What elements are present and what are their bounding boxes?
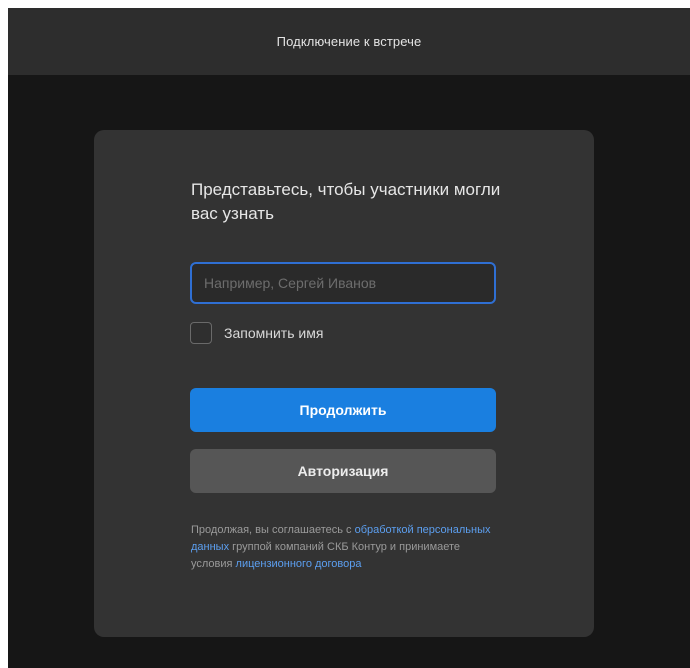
authorization-button[interactable]: Авторизация — [190, 449, 496, 493]
remember-name-label: Запомнить имя — [224, 325, 324, 341]
legal-notice: Продолжая, вы соглашаетесь с обработкой … — [191, 522, 501, 573]
app-window: Подключение к встрече Представьтесь, что… — [8, 8, 690, 668]
remember-name-checkbox[interactable]: Запомнить имя — [190, 320, 323, 346]
name-input[interactable] — [190, 262, 496, 304]
checkbox-box[interactable] — [190, 322, 212, 344]
license-agreement-link[interactable]: лицензионного договора — [236, 558, 362, 570]
legal-text-1: Продолжая, вы соглашаетесь с — [191, 524, 355, 536]
continue-button[interactable]: Продолжить — [190, 388, 496, 432]
window-title: Подключение к встрече — [276, 34, 422, 49]
form-heading: Представьтесь, чтобы участники могли вас… — [191, 180, 501, 223]
join-meeting-card: Представьтесь, чтобы участники могли вас… — [94, 130, 594, 637]
title-bar: Подключение к встрече — [8, 8, 690, 75]
